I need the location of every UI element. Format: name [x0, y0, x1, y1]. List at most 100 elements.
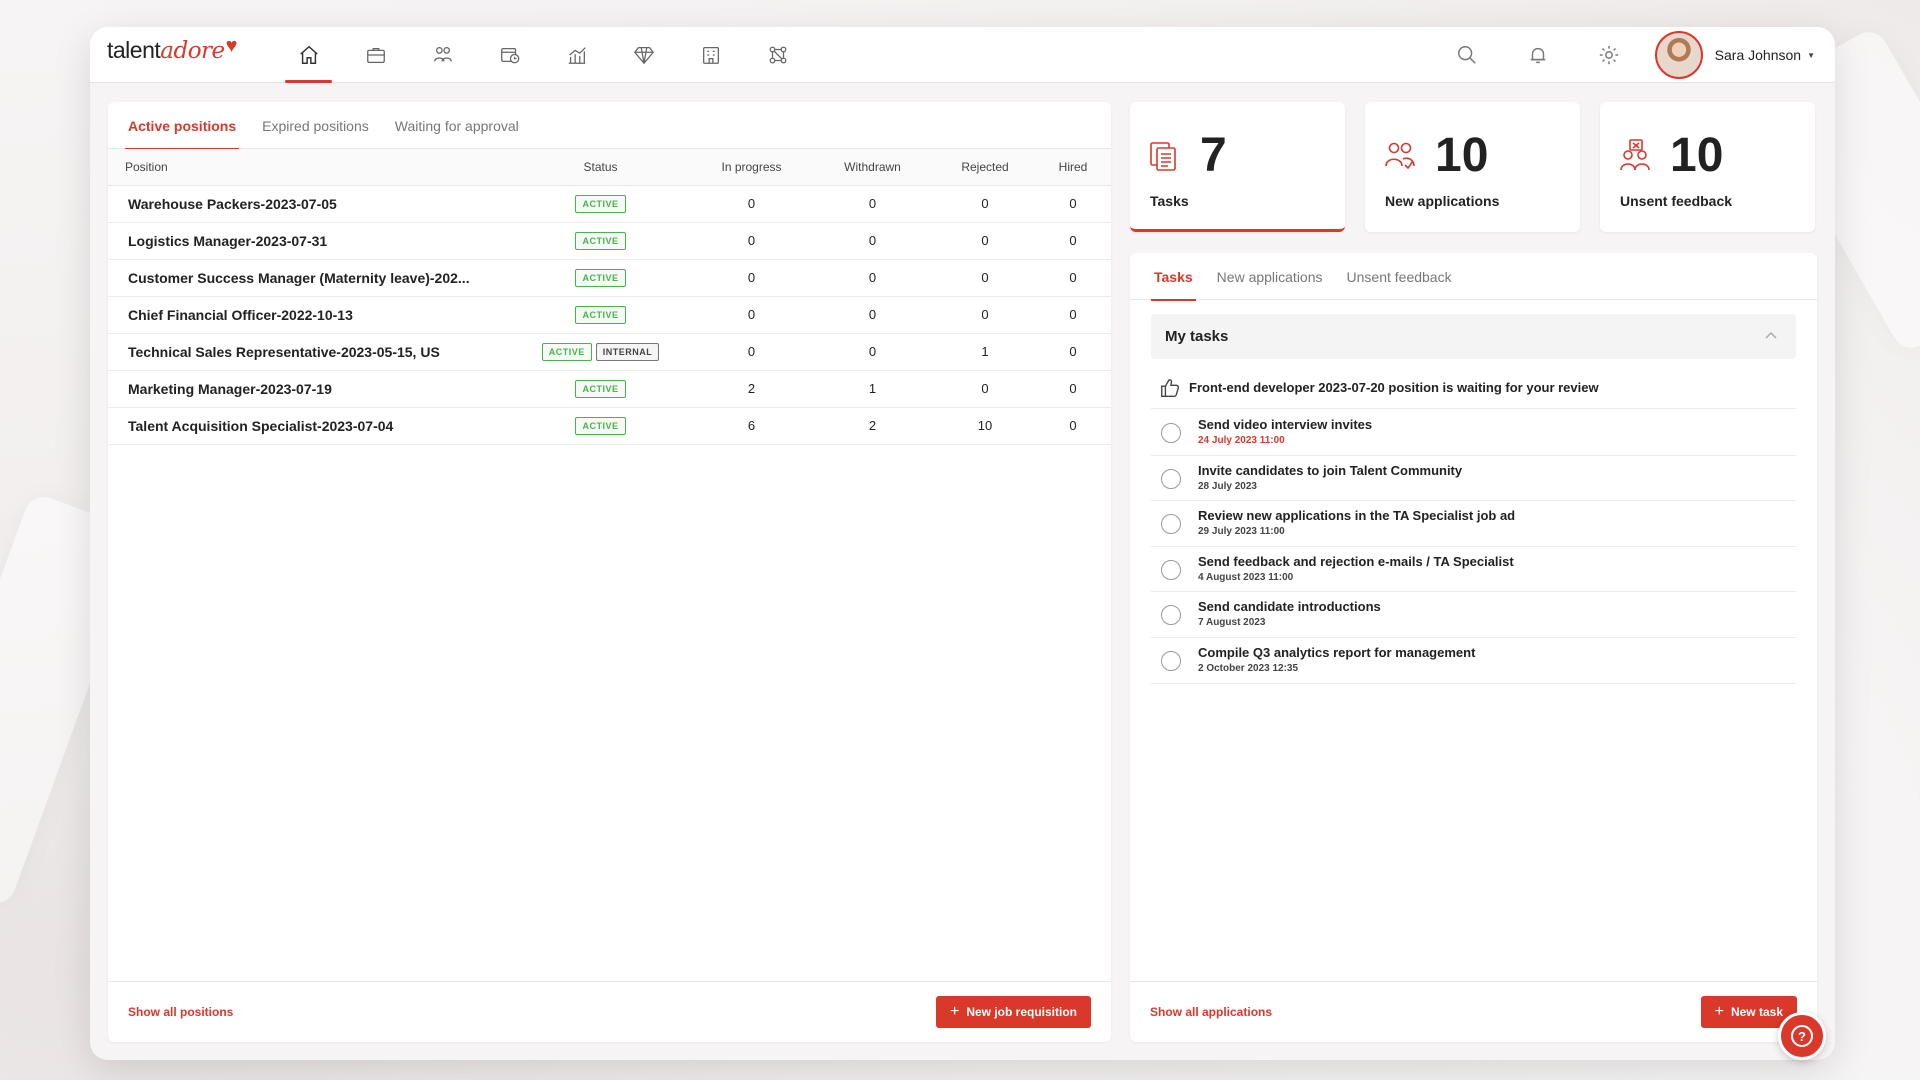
table-row[interactable]: Warehouse Packers-2023-07-05 ACTIVE 0 0 0 0	[108, 185, 1111, 223]
app-window: talentadore♥ Sara Johnson ▼ Active posit…	[90, 27, 1835, 1060]
task-title[interactable]: Compile Q3 analytics report for manageme…	[1198, 645, 1475, 660]
position-name[interactable]: Customer Success Manager (Maternity leav…	[108, 259, 508, 297]
position-name[interactable]: Talent Acquisition Specialist-2023-07-04	[108, 407, 508, 445]
nav-integrations[interactable]	[744, 27, 811, 83]
stat-card-tasks[interactable]: 7 Tasks	[1130, 102, 1345, 232]
plus-icon: +	[1714, 1003, 1724, 1020]
stat-card-new-applications[interactable]: 10 New applications	[1365, 102, 1580, 232]
home-icon	[299, 45, 318, 64]
task-complete-checkbox[interactable]	[1161, 605, 1181, 626]
hired-count: 0	[1035, 370, 1111, 408]
rejected-count: 10	[935, 407, 1035, 445]
new-job-requisition-button[interactable]: + New job requisition	[935, 996, 1091, 1028]
hired-count: 0	[1035, 185, 1111, 223]
position-name[interactable]: Logistics Manager-2023-07-31	[108, 222, 508, 260]
column-header-in-progress[interactable]: In progress	[693, 149, 810, 186]
position-status: ACTIVE	[508, 185, 693, 223]
position-name[interactable]: Chief Financial Officer-2022-10-13	[108, 296, 508, 334]
tab-unsent-feedback[interactable]: Unsent feedback	[1347, 253, 1452, 300]
analytics-icon	[568, 47, 586, 64]
avatar	[1654, 31, 1703, 79]
task-title[interactable]: Send video interview invites	[1198, 417, 1372, 432]
show-all-applications-link[interactable]: Show all applications	[1150, 1005, 1272, 1019]
task-item[interactable]: Invite candidates to join Talent Communi…	[1151, 456, 1796, 502]
column-header-position[interactable]: Position	[108, 149, 508, 186]
table-row[interactable]: Marketing Manager-2023-07-19 ACTIVE 2 1 0 0	[108, 370, 1111, 408]
task-title[interactable]: Review new applications in the TA Specia…	[1198, 508, 1515, 523]
notifications-button[interactable]	[1503, 27, 1574, 83]
show-all-positions-link[interactable]: Show all positions	[128, 1005, 233, 1019]
help-button[interactable]: ?	[1778, 1012, 1826, 1060]
nav-analytics[interactable]	[543, 27, 610, 83]
nav-organization[interactable]	[677, 27, 744, 83]
withdrawn-count: 0	[810, 185, 935, 223]
task-item[interactable]: Compile Q3 analytics report for manageme…	[1151, 638, 1796, 684]
search-icon	[1458, 46, 1476, 64]
chevron-down-icon: ▼	[1807, 50, 1815, 60]
table-row[interactable]: Customer Success Manager (Maternity leav…	[108, 259, 1111, 297]
task-title[interactable]: Send candidate introductions	[1198, 599, 1381, 614]
task-item[interactable]: Send candidate introductions 7 August 202…	[1151, 592, 1796, 638]
status-badge: ACTIVE	[575, 305, 626, 324]
tab-new-applications[interactable]: New applications	[1217, 253, 1323, 300]
table-row[interactable]: Talent Acquisition Specialist-2023-07-04…	[108, 407, 1111, 445]
status-badge: ACTIVE	[575, 416, 626, 435]
table-row[interactable]: Logistics Manager-2023-07-31 ACTIVE 0 0 0 0	[108, 222, 1111, 260]
position-status: ACTIVE	[508, 296, 693, 334]
task-due-date: 28 July 2023	[1198, 480, 1257, 492]
task-complete-checkbox[interactable]	[1161, 468, 1181, 489]
table-row[interactable]: Technical Sales Representative-2023-05-1…	[108, 333, 1111, 371]
talentadore-logo[interactable]: talentadore♥	[107, 35, 238, 64]
task-complete-checkbox[interactable]	[1161, 423, 1181, 443]
withdrawn-count: 1	[810, 370, 935, 408]
bell-icon	[1530, 47, 1546, 64]
integrations-icon	[769, 46, 786, 64]
task-complete-checkbox[interactable]	[1161, 651, 1181, 671]
briefcase-icon	[366, 47, 385, 63]
task-item[interactable]: Review new applications in the TA Specia…	[1151, 501, 1796, 547]
tab-active-positions[interactable]: Active positions	[124, 102, 240, 150]
chevron-up-icon[interactable]	[1764, 328, 1778, 342]
nav-candidates[interactable]	[409, 27, 476, 83]
task-complete-checkbox[interactable]	[1161, 514, 1181, 535]
user-name: Sara Johnson	[1714, 47, 1802, 63]
in-progress-count: 0	[693, 259, 810, 297]
main-nav	[275, 27, 811, 83]
tab-expired-positions[interactable]: Expired positions	[262, 102, 369, 149]
nav-premium[interactable]	[610, 27, 677, 83]
settings-button[interactable]	[1574, 27, 1645, 83]
task-complete-checkbox[interactable]	[1161, 559, 1181, 580]
withdrawn-count: 0	[810, 259, 935, 297]
user-menu[interactable]: Sara Johnson ▼	[1654, 31, 1815, 79]
candidates-icon	[433, 47, 452, 62]
column-header-status[interactable]: Status	[508, 149, 693, 186]
position-name[interactable]: Marketing Manager-2023-07-19	[108, 370, 508, 408]
task-due-date: 4 August 2023 11:00	[1198, 571, 1294, 583]
table-row[interactable]: Chief Financial Officer-2022-10-13 ACTIVE…	[108, 296, 1111, 334]
tab-waiting-for-approval[interactable]: Waiting for approval	[395, 102, 519, 149]
rejected-count: 0	[935, 185, 1035, 223]
task-title[interactable]: Send feedback and rejection e-mails / TA…	[1198, 554, 1514, 569]
column-header-hired[interactable]: Hired	[1035, 149, 1111, 186]
nav-positions[interactable]	[342, 27, 409, 83]
plus-icon: +	[949, 1003, 960, 1020]
review-notice[interactable]: Front-end developer 2023-07-20 position …	[1151, 367, 1796, 409]
in-progress-count: 0	[693, 185, 810, 223]
nav-calendar[interactable]	[476, 27, 543, 83]
position-status: ACTIVE INTERNAL	[508, 333, 693, 371]
task-title[interactable]: Invite candidates to join Talent Communi…	[1198, 463, 1462, 478]
search-button[interactable]	[1432, 27, 1503, 83]
tab-tasks[interactable]: Tasks	[1151, 253, 1196, 301]
task-item[interactable]: Send feedback and rejection e-mails / TA…	[1151, 547, 1796, 593]
nav-home[interactable]	[275, 27, 342, 83]
column-header-rejected[interactable]: Rejected	[935, 149, 1035, 186]
stat-card-unsent-feedback[interactable]: 10 Unsent feedback	[1600, 102, 1815, 232]
tasks-label: Tasks	[1150, 193, 1189, 209]
task-item[interactable]: Send video interview invites 24 July 2023…	[1151, 410, 1796, 456]
position-name[interactable]: Technical Sales Representative-2023-05-1…	[108, 333, 508, 371]
my-tasks-header[interactable]: My tasks	[1151, 314, 1796, 359]
calendar-clock-icon	[500, 47, 519, 64]
hired-count: 0	[1035, 259, 1111, 297]
position-name[interactable]: Warehouse Packers-2023-07-05	[108, 185, 508, 223]
column-header-withdrawn[interactable]: Withdrawn	[810, 149, 935, 186]
